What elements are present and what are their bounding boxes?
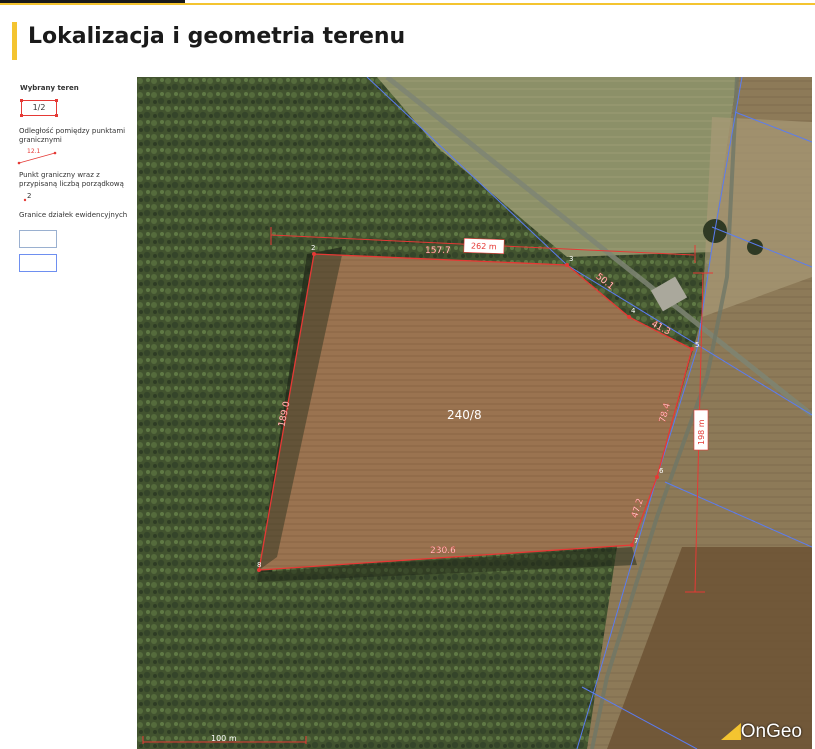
parcel-id-label: 240/8 — [447, 408, 482, 422]
dim-h-label: 262 m — [471, 242, 497, 252]
ongeo-logo: OnGeo — [720, 721, 802, 743]
boundary-point — [655, 475, 659, 479]
logo-triangle-icon — [720, 723, 741, 740]
legend-distance-symbol: 12.1 — [17, 148, 57, 165]
legend-point-sample: 2 — [27, 192, 31, 200]
boundary-point — [565, 263, 569, 267]
legend-selected-label: Wybrany teren — [20, 84, 79, 92]
dim-v-label: 198 m — [697, 419, 706, 445]
legend-distance-label: Odległość pomiędzy punktami granicznymi — [19, 127, 126, 144]
tree-2 — [747, 239, 763, 255]
point-number: 5 — [695, 341, 699, 349]
legend-box-parcel — [19, 254, 57, 272]
legend-distance-sample: 12.1 — [27, 148, 41, 155]
legend-box-outline — [19, 230, 57, 248]
boundary-point — [690, 347, 694, 351]
title-accent-bar — [12, 22, 17, 60]
point-number: 7 — [634, 537, 638, 545]
point-number: 4 — [631, 307, 636, 315]
map-canvas: 2 3 4 5 6 7 8 157.7 50.1 41.3 78.4 47.2 … — [137, 77, 812, 749]
header-accent-line — [0, 3, 815, 5]
page-title: Lokalizacja i geometria terenu — [28, 24, 406, 49]
scale-label: 100 m — [211, 734, 237, 743]
legend-selected-value: 1/2 — [32, 103, 46, 112]
legend-point-label: Punkt graniczny wraz z przypisaną liczbą… — [19, 171, 124, 188]
point-number: 2 — [311, 244, 315, 252]
aerial-map[interactable]: 2 3 4 5 6 7 8 157.7 50.1 41.3 78.4 47.2 … — [137, 77, 812, 749]
legend-point-symbol: 2 — [23, 192, 31, 202]
edge-length: 157.7 — [425, 246, 451, 256]
edge-length: 230.6 — [430, 546, 456, 556]
map-legend: Wybrany teren 1/2 Odległość pomiędzy pun… — [17, 84, 132, 272]
logo-text: OnGeo — [740, 721, 802, 742]
point-number: 3 — [569, 255, 573, 263]
boundary-point — [312, 252, 316, 256]
point-number: 8 — [257, 561, 261, 569]
legend-selected-symbol: 1/2 — [20, 99, 58, 117]
legend-parcels-label: Granice działek ewidencyjnych — [19, 211, 128, 219]
point-number: 6 — [659, 467, 664, 475]
boundary-point — [627, 315, 631, 319]
